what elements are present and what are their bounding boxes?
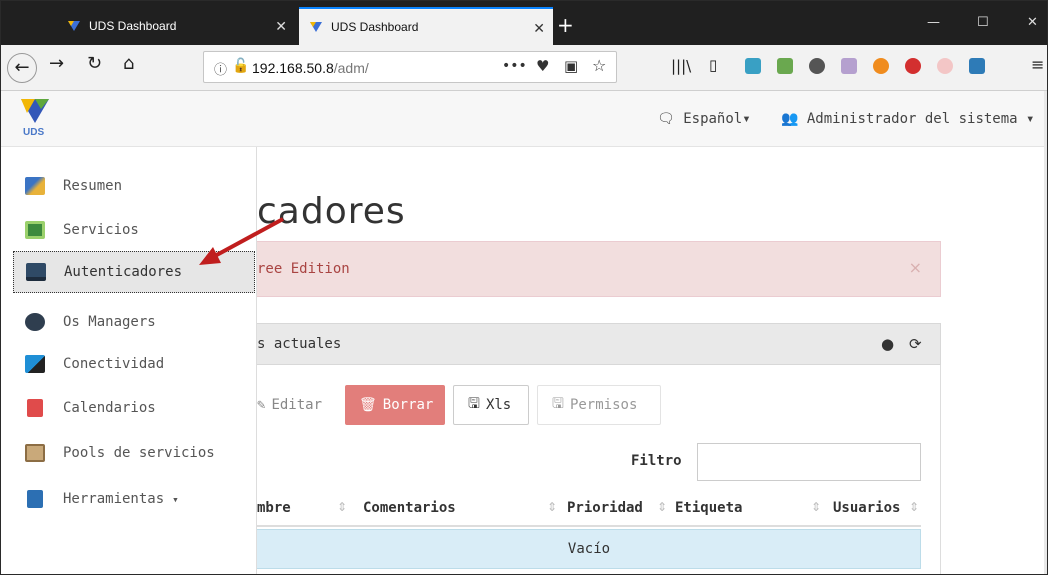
- logo-text: UDS: [23, 127, 45, 138]
- insecure-lock-icon: 🔓: [232, 58, 250, 74]
- opera-icon[interactable]: [905, 58, 921, 74]
- sidebar-icon[interactable]: ▯: [709, 56, 717, 74]
- language-selector[interactable]: 🗨 Español▾: [657, 111, 751, 127]
- services-icon: [25, 221, 45, 239]
- sidebar-item-resumen[interactable]: Resumen: [1, 165, 257, 207]
- delete-button[interactable]: 🗑 Borrar: [345, 385, 445, 425]
- os-managers-icon: [25, 313, 45, 331]
- tab-title: UDS Dashboard: [331, 20, 419, 34]
- collapse-icon[interactable]: ●: [881, 335, 894, 353]
- sidebar-item-herramientas[interactable]: Herramientas ▾: [1, 478, 257, 520]
- panel-title: s actuales: [257, 336, 342, 352]
- extension-icon[interactable]: [809, 58, 825, 74]
- user-icon: 👥: [781, 111, 799, 127]
- table-row: Vacío: [257, 529, 921, 569]
- browser-tab[interactable]: UDS Dashboard ✕: [59, 7, 295, 45]
- empty-table-text: Vacío: [567, 541, 611, 557]
- uds-favicon-icon: [309, 20, 323, 34]
- refresh-icon[interactable]: ⟳: [909, 335, 922, 353]
- library-icon[interactable]: |||\: [671, 57, 691, 75]
- caret-down-icon: ▾: [172, 492, 179, 506]
- extension-icon[interactable]: [873, 58, 889, 74]
- panel-header: s actuales ● ⟳: [257, 323, 941, 365]
- browser-window: UDS Dashboard ✕ UDS Dashboard ✕ + — ☐ ✕ …: [0, 0, 1048, 575]
- url-text: 192.168.50.8/adm/: [252, 60, 369, 76]
- filter-label: Filtro: [631, 453, 682, 469]
- save-icon: 🖫: [552, 396, 564, 412]
- reload-button[interactable]: ↻: [87, 53, 102, 74]
- uds-logo[interactable]: UDS: [17, 97, 53, 145]
- user-menu[interactable]: 👥 Administrador del sistema ▾: [781, 111, 1034, 127]
- minimize-button[interactable]: —: [927, 15, 940, 30]
- edit-button[interactable]: ✎ Editar: [257, 385, 339, 425]
- caret-down-icon: ▾: [1026, 111, 1035, 127]
- column-header[interactable]: Prioridad: [567, 500, 643, 516]
- column-header[interactable]: Comentarios: [363, 500, 456, 516]
- scrollbar[interactable]: [1044, 91, 1047, 574]
- alert-close-icon[interactable]: ×: [909, 258, 922, 277]
- tab-strip: UDS Dashboard ✕ UDS Dashboard ✕ + — ☐ ✕: [1, 1, 1047, 45]
- connectivity-icon: [25, 355, 45, 373]
- page-actions-button[interactable]: •••: [502, 58, 527, 74]
- sort-icon[interactable]: ⇕: [811, 500, 821, 514]
- sidebar-item-conectividad[interactable]: Conectividad: [1, 343, 257, 385]
- info-icon[interactable]: ⓘ: [214, 59, 227, 78]
- main-content: cadores ree Edition × s actuales ● ⟳ ✎ Ed…: [257, 147, 1047, 574]
- extension-icon[interactable]: [841, 58, 857, 74]
- xls-export-button[interactable]: 🖫 Xls: [453, 385, 529, 425]
- navigation-toolbar: ← → ↻ ⌂ ⓘ 🔓 192.168.50.8/adm/ ••• ♥ ▣ ☆ …: [1, 45, 1047, 91]
- table-header: mbre ⇕ Comentarios ⇕ Prioridad ⇕ Etiquet…: [257, 491, 921, 527]
- pools-icon: [25, 444, 45, 462]
- sort-icon[interactable]: ⇕: [909, 500, 919, 514]
- column-header[interactable]: Etiqueta: [675, 500, 742, 516]
- extension-icon[interactable]: [969, 58, 985, 74]
- forward-button[interactable]: →: [49, 53, 64, 74]
- bookmark-star-icon[interactable]: ☆: [592, 56, 606, 75]
- extension-icon[interactable]: [745, 58, 761, 74]
- tab-title: UDS Dashboard: [89, 19, 177, 33]
- authenticators-icon: [26, 263, 46, 281]
- close-tab-icon[interactable]: ✕: [275, 18, 287, 35]
- sort-icon[interactable]: ⇕: [337, 500, 347, 514]
- column-header[interactable]: Usuarios: [833, 500, 900, 516]
- pocket-icon[interactable]: ♥: [536, 57, 549, 75]
- sidebar-item-os-managers[interactable]: Os Managers: [1, 301, 257, 343]
- maximize-button[interactable]: ☐: [977, 15, 989, 30]
- calendar-icon: [27, 399, 43, 417]
- edit-icon: ✎: [257, 397, 266, 413]
- trash-icon: 🗑: [359, 397, 377, 413]
- filter-input[interactable]: [697, 443, 921, 481]
- reader-mode-icon[interactable]: ▣: [564, 57, 578, 75]
- chat-icon: 🗨: [657, 111, 675, 127]
- close-tab-icon[interactable]: ✕: [533, 20, 545, 37]
- extension-icon[interactable]: [777, 58, 793, 74]
- summary-icon: [25, 177, 45, 195]
- sort-icon[interactable]: ⇕: [657, 500, 667, 514]
- app-header: UDS 🗨 Español▾ 👥 Administrador del siste…: [1, 91, 1047, 147]
- tools-icon: [27, 490, 43, 508]
- sidebar-item-calendarios[interactable]: Calendarios: [1, 387, 257, 429]
- caret-down-icon: ▾: [742, 111, 751, 127]
- permissions-button[interactable]: 🖫 Permisos: [537, 385, 661, 425]
- home-button[interactable]: ⌂: [123, 53, 134, 74]
- save-icon: 🖫: [468, 396, 480, 412]
- address-bar[interactable]: ⓘ 🔓 192.168.50.8/adm/ ••• ♥ ▣ ☆: [203, 51, 617, 83]
- back-button[interactable]: ←: [7, 53, 37, 83]
- sidebar-item-pools[interactable]: Pools de servicios: [1, 432, 257, 474]
- column-header[interactable]: mbre: [257, 500, 291, 516]
- new-tab-button[interactable]: +: [557, 13, 574, 37]
- browser-tab-active[interactable]: UDS Dashboard ✕: [299, 7, 553, 45]
- extension-icon[interactable]: [937, 58, 953, 74]
- sort-icon[interactable]: ⇕: [547, 500, 557, 514]
- annotation-arrow-icon: [199, 217, 284, 265]
- uds-favicon-icon: [67, 19, 81, 33]
- edition-alert: ree Edition ×: [257, 241, 941, 297]
- close-window-button[interactable]: ✕: [1027, 15, 1038, 30]
- menu-icon[interactable]: ≡: [1031, 55, 1044, 74]
